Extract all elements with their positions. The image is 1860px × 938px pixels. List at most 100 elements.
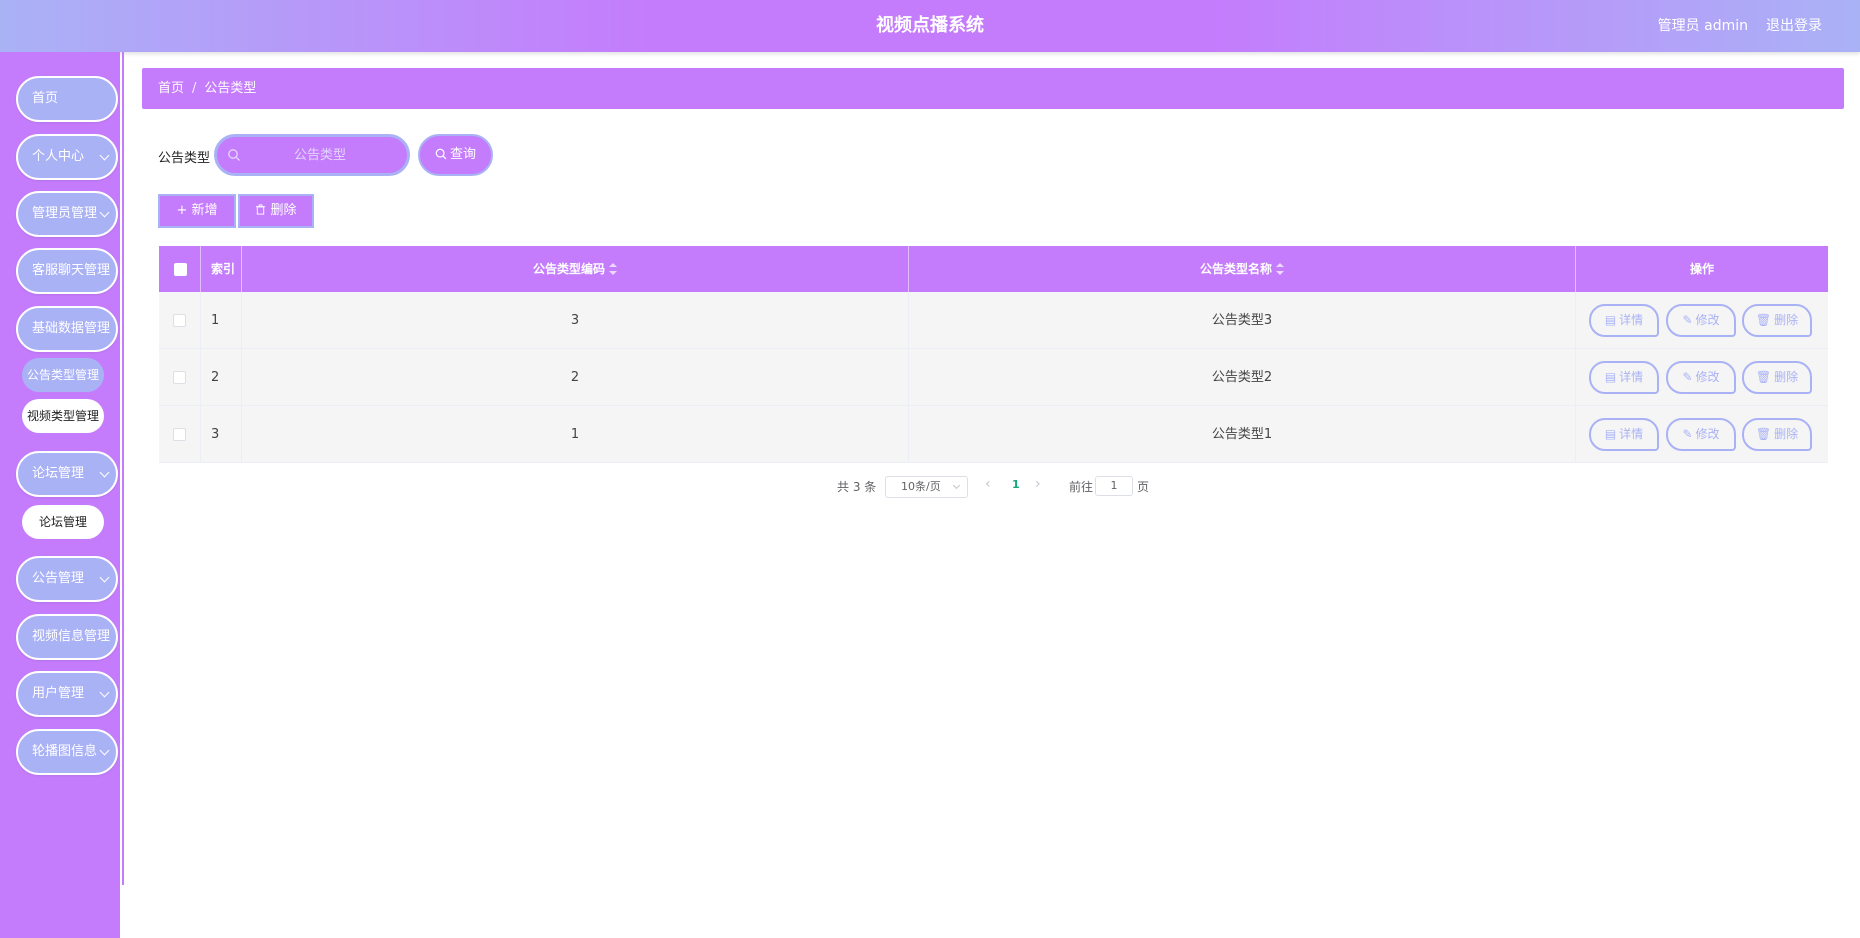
batch-delete-button[interactable]: 删除 <box>238 194 314 228</box>
sort-icon[interactable] <box>609 263 617 275</box>
sidebar-item-notice-management[interactable]: 公告管理 <box>16 556 118 602</box>
delete-button-label: 删除 <box>270 203 297 218</box>
column-header-code[interactable]: 公告类型编码 <box>242 246 909 292</box>
query-button-label: 查询 <box>449 147 476 162</box>
sidebar-item-carousel[interactable]: 轮播图信息 <box>16 729 118 775</box>
chevron-down-icon <box>99 572 110 583</box>
delete-row-button-label: 删除 <box>1774 313 1799 327</box>
chevron-down-icon <box>952 481 961 490</box>
cell-name: 公告类型2 <box>909 349 1576 405</box>
sidebar-subitem-notice-type[interactable]: 公告类型管理 <box>22 358 104 392</box>
edit-button[interactable]: ✎ 修改 <box>1666 418 1736 451</box>
pagination: 共 3 条 10条/页 ‹ 1 › 前往 1 页 <box>0 474 1860 498</box>
breadcrumb-separator: / <box>192 81 197 96</box>
edit-button-label: 修改 <box>1695 427 1720 441</box>
page-number-current[interactable]: 1 <box>1012 478 1020 491</box>
sidebar-item-label: 个人中心 <box>32 149 85 164</box>
search-input[interactable] <box>245 143 395 167</box>
cell-code: 2 <box>242 349 909 405</box>
sidebar-item-label: 轮播图信息 <box>32 744 98 759</box>
sidebar-item-label: 公告管理 <box>32 571 85 586</box>
sidebar-item-admin-management[interactable]: 管理员管理 <box>16 191 118 237</box>
search-icon <box>435 148 447 160</box>
row-checkbox[interactable] <box>173 314 186 327</box>
trash-icon: 🗑 <box>1755 427 1772 441</box>
app-title: 视频点播系统 <box>876 15 984 36</box>
sidebar-item-user-management[interactable]: 用户管理 <box>16 671 118 717</box>
breadcrumb-current: 公告类型 <box>204 81 257 96</box>
cell-ops: ▤ 详情 ✎ 修改 🗑 删除 <box>1576 406 1828 462</box>
sidebar-subitem-forum[interactable]: 论坛管理 <box>22 505 104 539</box>
page-unit-label: 页 <box>1137 480 1150 494</box>
column-header-code-label: 公告类型编码 <box>532 262 605 276</box>
page-size-select[interactable]: 10条/页 <box>885 476 968 498</box>
detail-button[interactable]: ▤ 详情 <box>1589 304 1659 337</box>
sidebar-item-personal-center[interactable]: 个人中心 <box>16 134 118 180</box>
query-button[interactable]: 查询 <box>418 134 493 176</box>
sidebar-item-label: 用户管理 <box>32 686 85 701</box>
chevron-down-icon <box>99 150 110 161</box>
table-row: 3 1 公告类型1 ▤ 详情 ✎ 修改 🗑 删除 <box>159 406 1828 463</box>
sidebar-divider <box>122 52 124 885</box>
edit-button-label: 修改 <box>1695 370 1720 384</box>
detail-button[interactable]: ▤ 详情 <box>1589 418 1659 451</box>
detail-button[interactable]: ▤ 详情 <box>1589 361 1659 394</box>
sidebar-item-chat-management[interactable]: 客服聊天管理 <box>16 248 118 294</box>
logout-button[interactable]: 退出登录 <box>1766 0 1822 52</box>
delete-row-button[interactable]: 🗑 删除 <box>1742 418 1812 451</box>
edit-button-label: 修改 <box>1695 313 1720 327</box>
sidebar-item-label: 管理员管理 <box>32 206 98 221</box>
sort-icon[interactable] <box>1276 263 1284 275</box>
row-checkbox-cell <box>159 349 201 405</box>
document-icon: ▤ <box>1604 370 1617 384</box>
table-header: 索引 公告类型编码 公告类型名称 操作 <box>159 246 1828 292</box>
sidebar-item-label: 基础数据管理 <box>32 321 111 336</box>
prev-page-button[interactable]: ‹ <box>985 476 991 492</box>
edit-button[interactable]: ✎ 修改 <box>1666 361 1736 394</box>
select-all-checkbox[interactable] <box>174 263 187 276</box>
edit-icon: ✎ <box>1682 370 1693 384</box>
edit-button[interactable]: ✎ 修改 <box>1666 304 1736 337</box>
next-page-button[interactable]: › <box>1035 476 1041 492</box>
cell-name: 公告类型3 <box>909 292 1576 348</box>
sidebar-item-home[interactable]: 首页 <box>16 76 118 122</box>
chevron-down-icon <box>99 745 110 756</box>
search-field[interactable] <box>214 134 410 176</box>
breadcrumb-home[interactable]: 首页 <box>158 81 184 96</box>
user-info: 管理员 admin <box>1657 18 1748 34</box>
row-checkbox[interactable] <box>173 428 186 441</box>
column-header-name[interactable]: 公告类型名称 <box>909 246 1576 292</box>
goto-page-input[interactable]: 1 <box>1095 476 1133 496</box>
cell-code: 1 <box>242 406 909 462</box>
chevron-down-icon <box>99 687 110 698</box>
detail-button-label: 详情 <box>1619 427 1644 441</box>
detail-button-label: 详情 <box>1619 313 1644 327</box>
sidebar-item-video-info[interactable]: 视频信息管理 <box>16 614 118 660</box>
cell-ops: ▤ 详情 ✎ 修改 🗑 删除 <box>1576 349 1828 405</box>
delete-row-button[interactable]: 🗑 删除 <box>1742 304 1812 337</box>
cell-index: 1 <box>201 292 242 348</box>
delete-row-button-label: 删除 <box>1774 370 1799 384</box>
row-checkbox[interactable] <box>173 371 186 384</box>
sidebar-item-label: 视频信息管理 <box>32 629 111 644</box>
column-header-name-label: 公告类型名称 <box>1199 262 1272 276</box>
detail-button-label: 详情 <box>1619 370 1644 384</box>
sidebar-item-basic-data[interactable]: 基础数据管理 <box>16 306 118 352</box>
trash-icon: 🗑 <box>1755 370 1772 384</box>
header-checkbox-cell <box>159 246 201 292</box>
sidebar-subitem-video-type[interactable]: 视频类型管理 <box>22 399 104 433</box>
add-button[interactable]: + 新增 <box>158 194 236 228</box>
cell-index: 3 <box>201 406 242 462</box>
delete-row-button[interactable]: 🗑 删除 <box>1742 361 1812 394</box>
row-checkbox-cell <box>159 292 201 348</box>
top-header: 视频点播系统 管理员 admin 退出登录 <box>0 0 1860 52</box>
page-size-value: 10条/页 <box>901 480 941 493</box>
breadcrumb: 首页 / 公告类型 <box>142 68 1844 109</box>
edit-icon: ✎ <box>1682 313 1693 327</box>
search-icon <box>228 149 240 161</box>
pagination-total: 共 3 条 <box>837 480 877 494</box>
goto-label: 前往 <box>1069 480 1094 494</box>
column-header-index: 索引 <box>201 246 242 292</box>
cell-index: 2 <box>201 349 242 405</box>
trash-icon: 🗑 <box>1755 313 1772 327</box>
